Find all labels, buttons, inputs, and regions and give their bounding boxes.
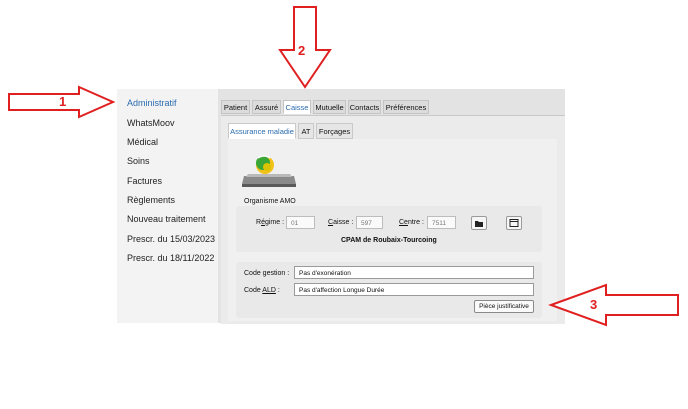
callout-number-3: 3 xyxy=(590,297,598,312)
sidebar: Administratif WhatsMoov Médical Soins Fa… xyxy=(117,89,218,323)
sidebar-item-prescr-2023[interactable]: Prescr. du 15/03/2023 xyxy=(127,234,215,244)
callout-number-1: 1 xyxy=(59,94,67,109)
subtab-assurance-maladie[interactable]: Assurance maladie xyxy=(228,123,296,139)
tab-preferences[interactable]: Préférences xyxy=(383,100,429,114)
sidebar-item-whatsmoov[interactable]: WhatsMoov xyxy=(127,118,175,128)
regime-label: Régime : xyxy=(256,219,285,226)
sidebar-item-prescr-2022[interactable]: Prescr. du 18/11/2022 xyxy=(127,253,214,263)
subtab-forcages[interactable]: Forçages xyxy=(316,123,353,139)
caisse-label: Caisse : xyxy=(328,219,354,226)
caisse-name: CPAM de Roubaix-Tourcoing xyxy=(341,237,437,244)
code-gestion-field[interactable]: Pas d'exonération xyxy=(294,266,534,279)
centre-label: Centre : xyxy=(399,219,424,226)
sidebar-item-factures[interactable]: Factures xyxy=(127,176,162,186)
code-ald-label: Code ALD : xyxy=(244,287,280,294)
centre-field[interactable]: 7511 xyxy=(427,216,456,229)
folder-icon xyxy=(475,221,483,227)
subtab-at[interactable]: AT xyxy=(298,123,314,139)
tab-mutuelle[interactable]: Mutuelle xyxy=(313,100,346,114)
amo-group xyxy=(236,206,542,252)
caisse-field[interactable]: 597 xyxy=(356,216,383,229)
tab-assure[interactable]: Assuré xyxy=(252,100,281,114)
sidebar-item-administratif[interactable]: Administratif xyxy=(127,98,177,108)
card-reader-icon xyxy=(242,155,296,187)
callout-number-2: 2 xyxy=(298,43,306,58)
folder-button[interactable] xyxy=(471,216,487,230)
sidebar-item-nouveau-traitement[interactable]: Nouveau traitement xyxy=(127,214,206,224)
window-button[interactable] xyxy=(506,216,522,230)
amo-section-label: Organisme AMO xyxy=(244,198,296,205)
window-icon xyxy=(509,219,519,227)
tab-patient[interactable]: Patient xyxy=(221,100,250,114)
tab-caisse[interactable]: Caisse xyxy=(283,100,311,114)
tab-contacts[interactable]: Contacts xyxy=(348,100,381,114)
callout-arrow-3 xyxy=(548,283,679,327)
sidebar-item-reglements[interactable]: Règlements xyxy=(127,195,175,205)
piece-justificative-button[interactable]: Pièce justificative xyxy=(474,300,534,313)
sidebar-item-medical[interactable]: Médical xyxy=(127,137,158,147)
sidebar-item-soins[interactable]: Soins xyxy=(127,156,150,166)
code-gestion-label: Code gestion : xyxy=(244,270,290,277)
regime-field[interactable]: 01 xyxy=(286,216,315,229)
code-ald-field[interactable]: Pas d'affection Longue Durée xyxy=(294,283,534,296)
